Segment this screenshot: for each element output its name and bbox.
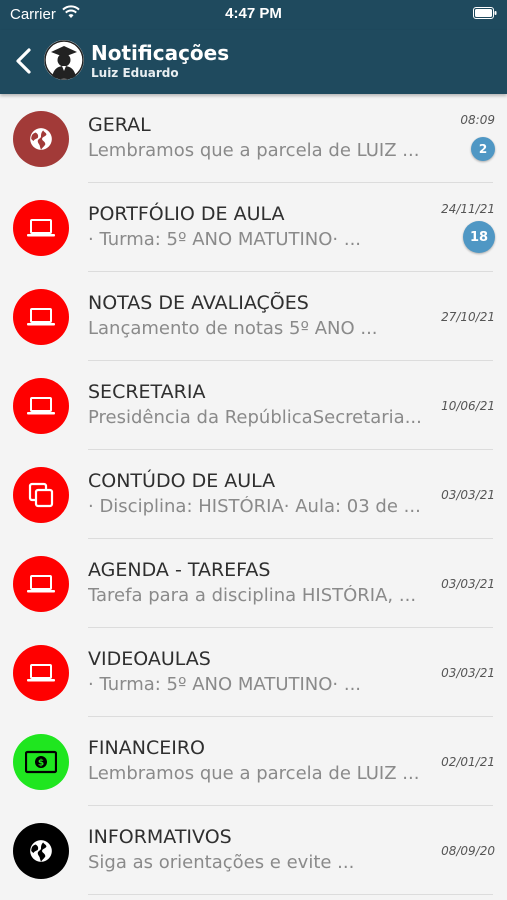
unread-badge: 2 [471,137,495,161]
notification-date: 03/03/21 [441,666,495,680]
notification-title: SECRETARIA [88,381,206,403]
notification-preview: Tarefa para a disciplina HISTÓRIA, ... [88,585,417,606]
avatar[interactable] [44,40,84,80]
notification-title: NOTAS DE AVALIAÇÕES [88,292,309,314]
list-item[interactable]: AGENDA - TAREFAS Tarefa para a disciplin… [0,539,507,628]
notification-preview: Siga as orientações e evite ... [88,852,355,873]
navigation-bar: Notificações Luiz Eduardo [0,30,507,94]
money-icon: $ [13,734,69,790]
notification-title: GERAL [88,114,151,136]
notification-date: 08/09/20 [441,844,495,858]
list-item[interactable]: INFORMATIVOS Siga as orientações e evite… [0,806,507,895]
notification-date: 24/11/21 [441,202,495,216]
notification-date: 08:09 [460,113,495,127]
notification-preview: Lembramos que a parcela de LUIZ ... [88,763,420,784]
list-item[interactable]: SECRETARIA Presidência da RepúblicaSecre… [0,361,507,450]
laptop-icon [13,645,69,701]
notification-title: AGENDA - TAREFAS [88,559,271,581]
status-bar: Carrier 4:47 PM [0,0,507,30]
notification-preview: · Turma: 5º ANO MATUTINO· ... [88,674,362,695]
notification-date: 27/10/21 [441,310,495,324]
notification-preview: Lançamento de notas 5º ANO ... [88,318,378,339]
notification-date: 03/03/21 [441,577,495,591]
unread-badge: 18 [463,221,495,253]
laptop-icon [13,200,69,256]
user-name: Luiz Eduardo [91,66,179,80]
notification-title: PORTFÓLIO DE AULA [88,203,285,225]
list-item[interactable]: CONTÚDO DE AULA · Disciplina: HISTÓRIA· … [0,450,507,539]
notification-preview: Lembramos que a parcela de LUIZ ... [88,140,420,161]
laptop-icon [13,289,69,345]
list-item[interactable]: GERAL Lembramos que a parcela de LUIZ ..… [0,94,507,183]
globe-icon [13,823,69,879]
list-item[interactable]: PORTFÓLIO DE AULA · Turma: 5º ANO MATUTI… [0,183,507,272]
notification-preview: · Disciplina: HISTÓRIA· Aula: 03 de ... [88,496,421,517]
notification-preview: · Turma: 5º ANO MATUTINO· ... [88,229,362,250]
notification-title: VIDEOAULAS [88,648,211,670]
page-title: Notificações [91,41,230,65]
notification-title: FINANCEIRO [88,737,205,759]
notification-date: 03/03/21 [441,488,495,502]
laptop-icon [13,556,69,612]
notification-date: 02/01/21 [441,755,495,769]
laptop-icon [13,378,69,434]
notification-date: 10/06/21 [441,399,495,413]
copy-icon [13,467,69,523]
graduate-avatar-icon [44,40,84,80]
notification-title: INFORMATIVOS [88,826,232,848]
divider [88,894,493,895]
clock: 4:47 PM [225,5,282,22]
list-item[interactable]: $ FINANCEIRO Lembramos que a parcela de … [0,717,507,806]
globe-icon [13,111,69,167]
svg-text:$: $ [38,759,44,769]
list-item[interactable]: NOTAS DE AVALIAÇÕES Lançamento de notas … [0,272,507,361]
list-item[interactable]: VIDEOAULAS · Turma: 5º ANO MATUTINO· ...… [0,628,507,717]
back-chevron-icon[interactable] [12,46,34,76]
notification-title: CONTÚDO DE AULA [88,470,276,492]
battery-icon [473,7,497,19]
notification-preview: Presidência da RepúblicaSecretaria... [88,407,422,428]
notification-list: GERAL Lembramos que a parcela de LUIZ ..… [0,94,507,895]
